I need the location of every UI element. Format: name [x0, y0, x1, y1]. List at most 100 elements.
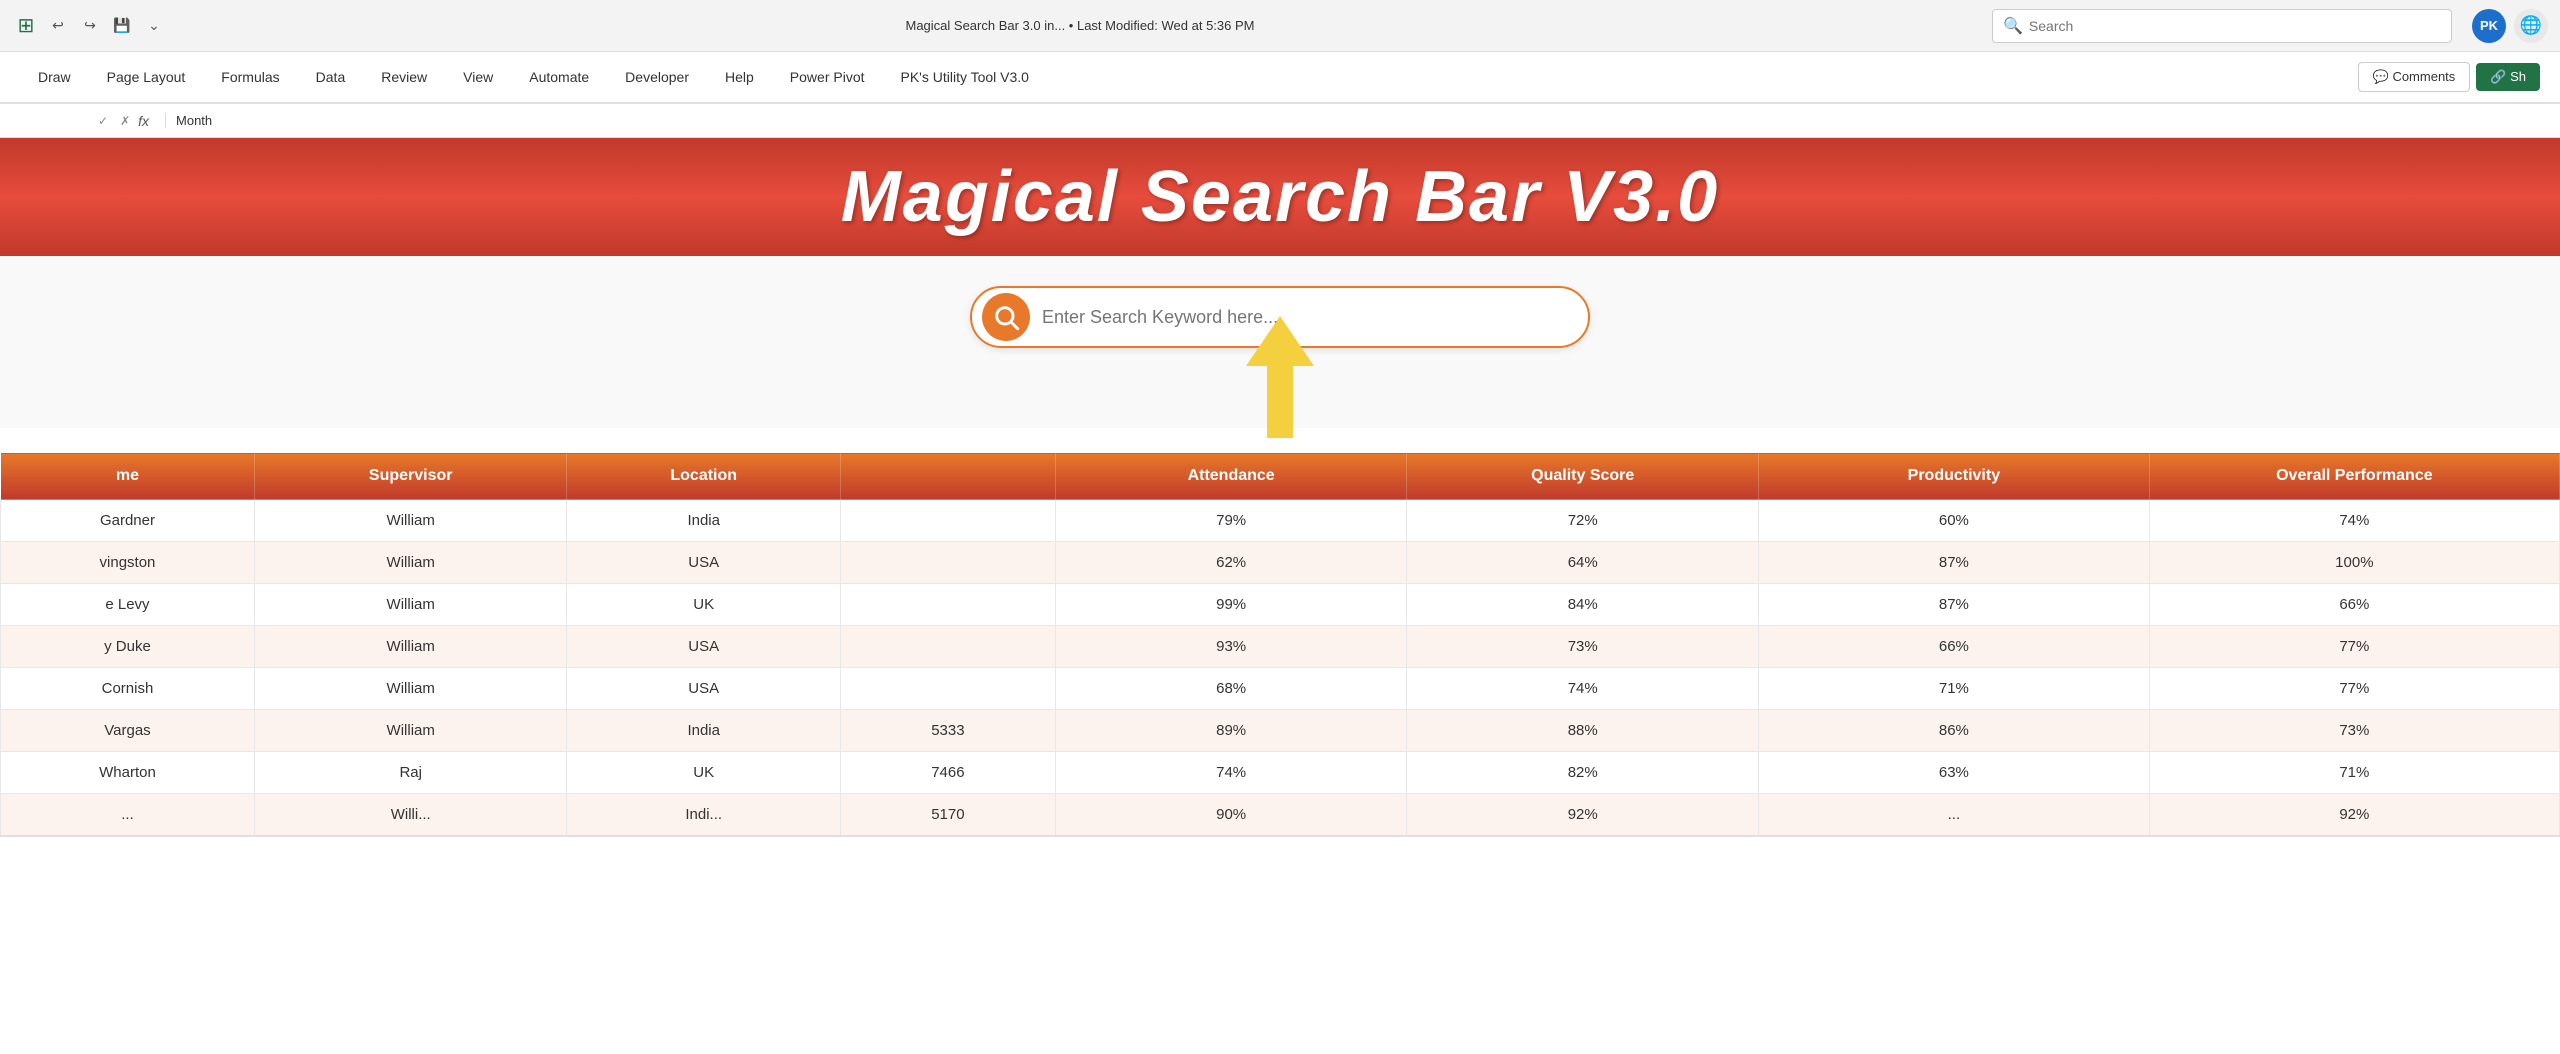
- user-avatar: PK: [2472, 9, 2506, 43]
- table-cell: [840, 668, 1055, 710]
- title-search-input[interactable]: [2029, 18, 2441, 34]
- table-cell: USA: [567, 542, 840, 584]
- table-cell: Cornish: [1, 668, 255, 710]
- data-table-wrapper: me Supervisor Location Attendance Qualit…: [0, 452, 2560, 837]
- comments-button[interactable]: 💬 Comments: [2358, 62, 2471, 92]
- ribbon-tab-view[interactable]: View: [445, 55, 511, 99]
- table-cell: 64%: [1407, 542, 1759, 584]
- table-cell: vingston: [1, 542, 255, 584]
- col-header-name: me: [1, 453, 255, 500]
- table-cell: William: [254, 626, 567, 668]
- table-cell: [840, 500, 1055, 542]
- table-cell: William: [254, 710, 567, 752]
- banner: Magical Search Bar V3.0: [0, 138, 2560, 256]
- table-cell: [840, 626, 1055, 668]
- search-icon: [992, 303, 1020, 331]
- globe-icon: 🌐: [2514, 9, 2548, 43]
- col-header-overall: Overall Performance: [2149, 453, 2559, 500]
- title-search-box[interactable]: 🔍: [1992, 9, 2452, 43]
- document-title: Magical Search Bar 3.0 in... • Last Modi…: [176, 18, 1984, 33]
- table-row: y DukeWilliamUSA93%73%66%77%: [1, 626, 2560, 668]
- ribbon-tab-developer[interactable]: Developer: [607, 55, 707, 99]
- ribbon-tab-help[interactable]: Help: [707, 55, 772, 99]
- table-cell: 5333: [840, 710, 1055, 752]
- table-cell: 88%: [1407, 710, 1759, 752]
- ribbon: Draw Page Layout Formulas Data Review Vi…: [0, 52, 2560, 104]
- table-cell: 82%: [1407, 752, 1759, 794]
- table-cell: 72%: [1407, 500, 1759, 542]
- table-cell: Gardner: [1, 500, 255, 542]
- table-cell: 68%: [1055, 668, 1407, 710]
- table-cell: 100%: [2149, 542, 2559, 584]
- table-row: CornishWilliamUSA68%74%71%77%: [1, 668, 2560, 710]
- table-cell: 99%: [1055, 584, 1407, 626]
- table-cell: 77%: [2149, 668, 2559, 710]
- ribbon-tab-data[interactable]: Data: [298, 55, 364, 99]
- ribbon-tab-power-pivot[interactable]: Power Pivot: [772, 55, 883, 99]
- table-cell: 73%: [1407, 626, 1759, 668]
- table-cell: 66%: [1759, 626, 2150, 668]
- table-cell: William: [254, 542, 567, 584]
- yellow-arrow: [1246, 316, 1314, 438]
- table-cell: 71%: [2149, 752, 2559, 794]
- table-cell: Willi...: [254, 794, 567, 837]
- table-cell: UK: [567, 584, 840, 626]
- table-cell: 89%: [1055, 710, 1407, 752]
- main-content: Magical Search Bar V3.0 me: [0, 138, 2560, 837]
- table-cell: 77%: [2149, 626, 2559, 668]
- save-button[interactable]: 💾: [108, 12, 136, 40]
- table-cell: UK: [567, 752, 840, 794]
- table-cell: 63%: [1759, 752, 2150, 794]
- table-cell: 74%: [1055, 752, 1407, 794]
- table-cell: India: [567, 500, 840, 542]
- share-button[interactable]: 🔗 Sh: [2476, 63, 2540, 91]
- ribbon-tab-utility[interactable]: PK's Utility Tool V3.0: [883, 55, 1047, 99]
- search-icon-circle: [982, 293, 1030, 341]
- table-cell: 60%: [1759, 500, 2150, 542]
- table-cell: ...: [1759, 794, 2150, 837]
- col-header-salary: [840, 453, 1055, 500]
- undo-button[interactable]: ↩: [44, 12, 72, 40]
- table-cell: 66%: [2149, 584, 2559, 626]
- col-header-quality: Quality Score: [1407, 453, 1759, 500]
- table-row: e LevyWilliamUK99%84%87%66%: [1, 584, 2560, 626]
- table-cell: William: [254, 500, 567, 542]
- table-cell: Indi...: [567, 794, 840, 837]
- table-header-row: me Supervisor Location Attendance Qualit…: [1, 453, 2560, 500]
- formula-value: Month: [165, 113, 2550, 128]
- ribbon-tab-automate[interactable]: Automate: [511, 55, 607, 99]
- more-button[interactable]: ⌄: [140, 12, 168, 40]
- table-cell: 86%: [1759, 710, 2150, 752]
- table-cell: 79%: [1055, 500, 1407, 542]
- table-cell: 74%: [1407, 668, 1759, 710]
- table-cell: 62%: [1055, 542, 1407, 584]
- table-row: GardnerWilliamIndia 79%72%60%74%: [1, 500, 2560, 542]
- ribbon-tab-page-layout[interactable]: Page Layout: [89, 55, 204, 99]
- table-cell: William: [254, 584, 567, 626]
- ribbon-tab-formulas[interactable]: Formulas: [203, 55, 297, 99]
- table-cell: Vargas: [1, 710, 255, 752]
- table-cell: 93%: [1055, 626, 1407, 668]
- table-row: vingstonWilliamUSA 62%64%87%100%: [1, 542, 2560, 584]
- fx-label: fx: [138, 113, 149, 129]
- table-cell: 7466: [840, 752, 1055, 794]
- user-area: PK 🌐: [2472, 9, 2548, 43]
- table-cell: 73%: [2149, 710, 2559, 752]
- table-cell: 87%: [1759, 542, 2150, 584]
- table-cell: William: [254, 668, 567, 710]
- ribbon-tab-review[interactable]: Review: [363, 55, 445, 99]
- table-cell: [840, 584, 1055, 626]
- table-cell: [840, 542, 1055, 584]
- table-cell: e Levy: [1, 584, 255, 626]
- excel-icon: ⊞: [12, 12, 40, 40]
- ribbon-tab-draw[interactable]: Draw: [20, 55, 89, 99]
- table-cell: India: [567, 710, 840, 752]
- banner-title: Magical Search Bar V3.0: [841, 156, 1719, 238]
- table-cell: ...: [1, 794, 255, 837]
- data-table: me Supervisor Location Attendance Qualit…: [0, 452, 2560, 837]
- redo-button[interactable]: ↪: [76, 12, 104, 40]
- col-header-productivity: Productivity: [1759, 453, 2150, 500]
- table-cell: Wharton: [1, 752, 255, 794]
- table-cell: 92%: [1407, 794, 1759, 837]
- table-cell: 74%: [2149, 500, 2559, 542]
